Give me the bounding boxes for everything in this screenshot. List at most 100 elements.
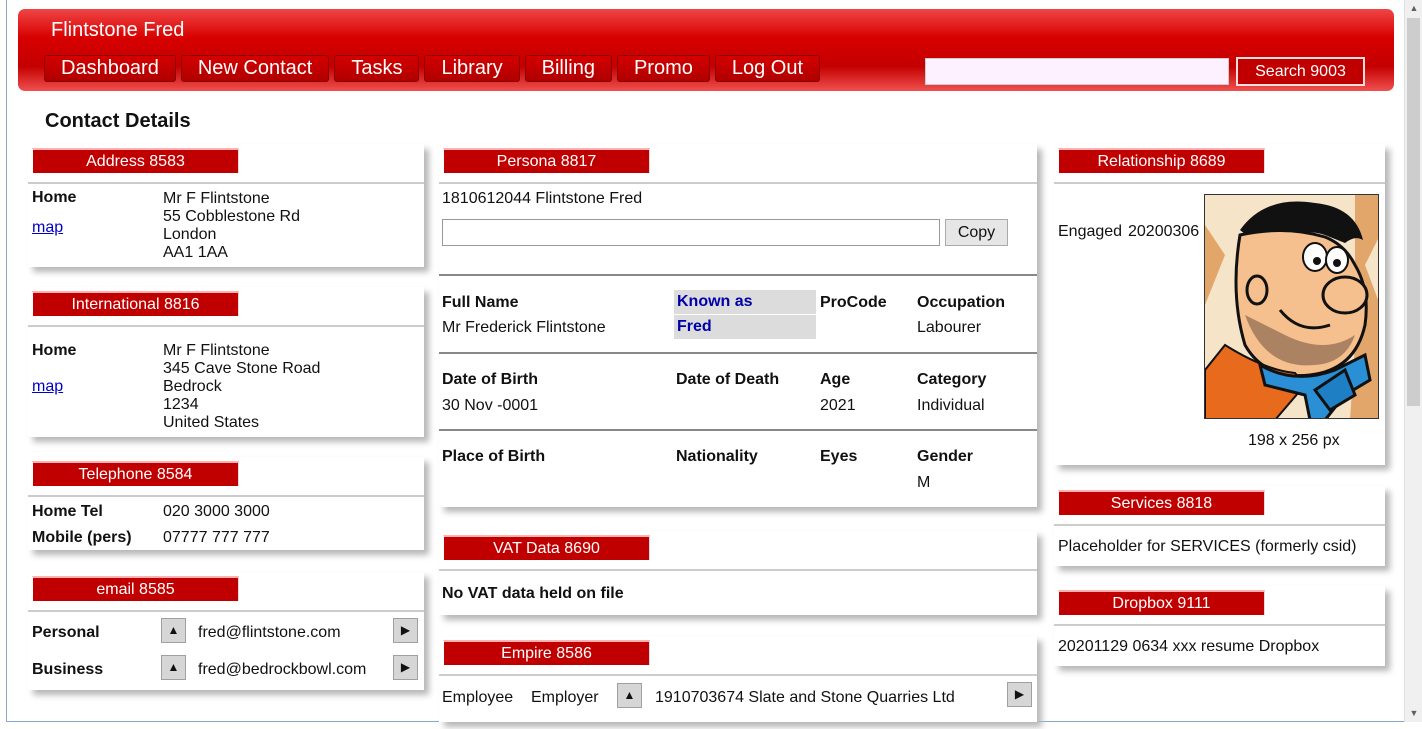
international-panel-title: International 8816 xyxy=(32,291,239,316)
divider xyxy=(439,429,1037,431)
full-name-label: Full Name xyxy=(442,294,519,311)
email-panel-title: email 8585 xyxy=(32,576,239,601)
address-line: 55 Cobblestone Rd xyxy=(163,208,300,225)
divider xyxy=(28,495,424,497)
nav-library-button[interactable]: Library xyxy=(424,55,520,82)
nav-tasks-button[interactable]: Tasks xyxy=(334,55,420,82)
divider xyxy=(439,674,1037,676)
vat-message: No VAT data held on file xyxy=(442,585,624,602)
phone-value: 020 3000 3000 xyxy=(163,503,270,520)
nav-logout-button[interactable]: Log Out xyxy=(714,55,821,82)
empire-panel-title: Empire 8586 xyxy=(443,640,650,665)
category-value: Individual xyxy=(917,397,985,414)
dropbox-panel-title: Dropbox 9111 xyxy=(1058,590,1265,615)
nationality-label: Nationality xyxy=(676,448,758,465)
address-map-link[interactable]: map xyxy=(32,219,63,237)
app-title: Flintstone Fred xyxy=(51,19,185,41)
go-arrow-icon[interactable]: ▶ xyxy=(1007,682,1032,707)
address-line: Mr F Flintstone xyxy=(163,190,270,207)
gender-label: Gender xyxy=(917,448,974,465)
move-up-icon[interactable]: ▲ xyxy=(161,655,186,680)
procode-label: ProCode xyxy=(820,294,887,311)
divider xyxy=(439,569,1037,571)
occupation-label: Occupation xyxy=(917,294,1006,311)
email-panel: email 8585 Personal ▲ fred@flintstone.co… xyxy=(28,572,424,690)
go-arrow-icon[interactable]: ▶ xyxy=(393,618,418,643)
dob-label: Date of Birth xyxy=(442,371,538,388)
email-label: Business xyxy=(32,661,104,678)
eyes-label: Eyes xyxy=(820,448,858,465)
address-line: London xyxy=(163,226,217,243)
age-value: 2021 xyxy=(820,397,856,414)
dob-value: 30 Nov -0001 xyxy=(442,397,539,414)
divider xyxy=(1054,624,1385,626)
relationship-panel: Relationship 8689 Engaged 20200306 198 x… xyxy=(1054,144,1385,465)
main-nav: Dashboard New Contact Tasks Library Bill… xyxy=(44,55,821,82)
persona-id-line: 1810612044 Flintstone Fred xyxy=(442,190,643,207)
email-value: fred@bedrockbowl.com xyxy=(198,661,367,678)
empire-relation: Employer xyxy=(531,689,599,706)
persona-panel: Persona 8817 1810612044 Flintstone Fred … xyxy=(439,144,1037,507)
address-line: 345 Cave Stone Road xyxy=(163,360,321,377)
services-text: Placeholder for SERVICES (formerly csid) xyxy=(1058,538,1357,555)
move-up-icon[interactable]: ▲ xyxy=(617,683,642,708)
empire-role: Employee xyxy=(442,689,514,706)
divider xyxy=(1054,524,1385,526)
divider xyxy=(28,610,424,612)
search-input[interactable] xyxy=(925,58,1229,85)
divider xyxy=(28,182,424,184)
known-as-value: Fred xyxy=(674,315,816,339)
international-map-link[interactable]: map xyxy=(32,378,63,396)
dropbox-text: 20201129 0634 xxx resume Dropbox xyxy=(1058,638,1320,655)
place-of-birth-label: Place of Birth xyxy=(442,448,546,465)
services-panel: Services 8818 Placeholder for SERVICES (… xyxy=(1054,486,1385,566)
vat-panel: VAT Data 8690 No VAT data held on file xyxy=(439,531,1037,615)
go-arrow-icon[interactable]: ▶ xyxy=(393,655,418,680)
app-header: Flintstone Fred Dashboard New Contact Ta… xyxy=(18,9,1394,91)
divider xyxy=(1054,182,1385,184)
services-panel-title: Services 8818 xyxy=(1058,490,1265,515)
email-value: fred@flintstone.com xyxy=(198,624,341,641)
scroll-down-arrow-icon[interactable]: ▼ xyxy=(1405,705,1422,721)
occupation-value: Labourer xyxy=(917,319,982,336)
nav-new-contact-button[interactable]: New Contact xyxy=(180,55,330,82)
nav-promo-button[interactable]: Promo xyxy=(616,55,710,82)
relationship-date: 20200306 xyxy=(1128,223,1200,240)
persona-panel-title: Persona 8817 xyxy=(443,148,650,173)
nav-dashboard-button[interactable]: Dashboard xyxy=(44,55,176,82)
address-line: Bedrock xyxy=(163,378,222,395)
category-label: Category xyxy=(917,371,987,388)
address-type-label: Home xyxy=(32,189,77,206)
telephone-panel: Telephone 8584 Home Tel 020 3000 3000 Mo… xyxy=(28,457,424,550)
telephone-panel-title: Telephone 8584 xyxy=(32,461,239,486)
address-line: United States xyxy=(163,414,260,431)
contact-photo xyxy=(1204,194,1379,419)
international-type-label: Home xyxy=(32,342,77,359)
international-lines: Mr F Flintstone 345 Cave Stone Road Bedr… xyxy=(163,342,320,432)
phone-label: Home Tel xyxy=(32,503,103,520)
address-lines: Mr F Flintstone 55 Cobblestone Rd London… xyxy=(163,190,300,262)
move-up-icon[interactable]: ▲ xyxy=(161,618,186,643)
address-panel-title: Address 8583 xyxy=(32,148,239,173)
known-as-label: Known as xyxy=(674,290,816,314)
full-name-value: Mr Frederick Flintstone xyxy=(442,319,606,336)
image-size-caption: 198 x 256 px xyxy=(1248,432,1340,449)
address-line: 1234 xyxy=(163,396,199,413)
scroll-up-arrow-icon[interactable]: ▲ xyxy=(1405,0,1422,16)
copy-button[interactable]: Copy xyxy=(945,219,1008,246)
nav-billing-button[interactable]: Billing xyxy=(524,55,612,82)
scrollbar-thumb[interactable] xyxy=(1407,18,1420,406)
phone-value: 07777 777 777 xyxy=(163,529,270,546)
divider xyxy=(28,325,424,327)
vertical-scrollbar[interactable]: ▲ ▼ xyxy=(1404,0,1422,722)
phone-label: Mobile (pers) xyxy=(32,529,132,546)
relationship-panel-title: Relationship 8689 xyxy=(1058,148,1265,173)
fred-flintstone-image xyxy=(1205,195,1378,418)
address-line: AA1 1AA xyxy=(163,244,228,261)
page-title: Contact Details xyxy=(45,110,191,132)
copy-text-input[interactable] xyxy=(442,219,940,246)
email-label: Personal xyxy=(32,624,100,641)
divider xyxy=(439,352,1037,354)
search-button[interactable]: Search 9003 xyxy=(1236,57,1365,86)
dod-label: Date of Death xyxy=(676,371,780,388)
